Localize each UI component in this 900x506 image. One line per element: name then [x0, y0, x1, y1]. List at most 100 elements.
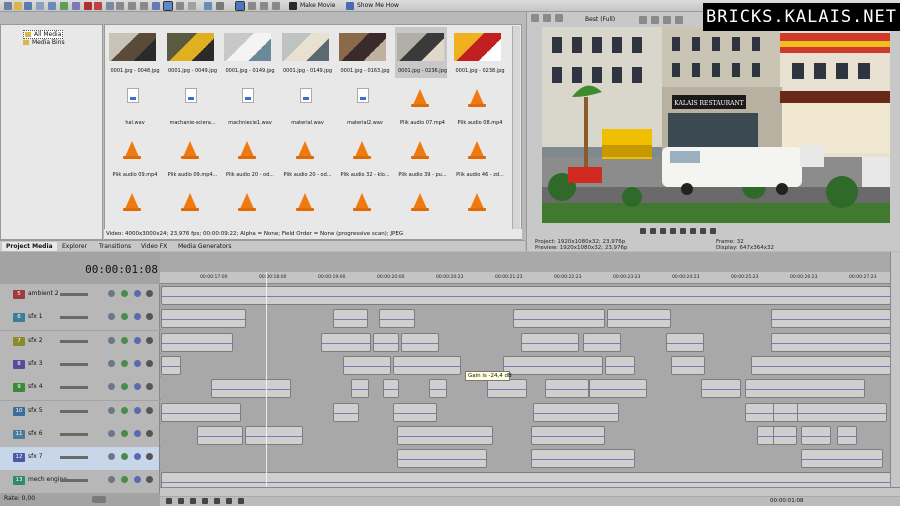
audio-clip[interactable] [607, 309, 671, 329]
track-volume-slider[interactable] [60, 456, 88, 460]
track-fx-icon[interactable] [146, 476, 153, 484]
timeline-vertical-scrollbar[interactable] [890, 252, 900, 496]
track-fx-icon[interactable] [146, 313, 153, 321]
go-to-end-icon[interactable] [710, 228, 716, 234]
media-item[interactable]: Plik audio 39 - pu... [395, 131, 447, 182]
media-item[interactable]: Plik audio 08.mp4 [452, 79, 504, 130]
media-item[interactable] [222, 183, 274, 234]
media-item[interactable]: Plik audio 09.mp4 [107, 131, 159, 182]
track-solo-icon[interactable] [121, 476, 128, 484]
split-screen-icon[interactable] [675, 16, 683, 24]
timeline-start-icon[interactable] [226, 498, 232, 504]
audio-clip[interactable] [397, 425, 493, 445]
audio-clip[interactable] [393, 402, 437, 422]
audio-clip[interactable] [521, 332, 579, 352]
pause-icon[interactable] [670, 228, 676, 234]
track-solo-icon[interactable] [121, 290, 128, 297]
audio-clip[interactable] [801, 425, 831, 445]
track-arm-icon[interactable] [134, 336, 141, 344]
media-item[interactable]: hal.wav [107, 79, 159, 130]
timeline-end-icon[interactable] [238, 498, 244, 504]
track-name[interactable]: sfx 3 [28, 360, 43, 367]
track-fx-icon[interactable] [146, 453, 153, 461]
audio-clip[interactable] [589, 379, 647, 399]
track-lane[interactable] [161, 447, 890, 471]
cut-icon[interactable] [84, 2, 92, 10]
media-item[interactable] [395, 183, 447, 234]
track-header[interactable]: 11 sfx 6 [0, 423, 160, 447]
track-lane[interactable] [161, 377, 890, 401]
audio-clip[interactable] [545, 379, 589, 399]
audio-clip[interactable] [211, 379, 291, 399]
envelope-tool-icon[interactable] [163, 1, 173, 11]
fx-icon[interactable] [555, 14, 563, 22]
new-project-icon[interactable] [4, 2, 12, 10]
track-volume-slider[interactable] [60, 432, 88, 436]
track-arm-icon[interactable] [134, 429, 141, 437]
track-sfx-7[interactable]: 12 sfx 7 [0, 447, 890, 471]
track-volume-slider[interactable] [60, 339, 88, 343]
render-icon[interactable] [140, 2, 148, 10]
track-fx-icon[interactable] [146, 359, 153, 367]
media-item[interactable]: machanie-sciera... [165, 79, 217, 130]
audio-clip[interactable] [161, 332, 233, 352]
track-sfx-6[interactable]: 11 sfx 6 [0, 423, 890, 447]
make-movie-button[interactable]: Make Movie [300, 2, 335, 9]
media-item[interactable]: 0001.jpg - 0149.jpg [222, 27, 275, 78]
timeline-horizontal-scrollbar[interactable] [160, 487, 900, 496]
track-solo-icon[interactable] [121, 359, 128, 367]
audio-clip[interactable] [393, 355, 461, 375]
track-fx-icon[interactable] [146, 383, 153, 391]
track-header[interactable]: 5 ambient 2 [0, 284, 160, 307]
audio-clip[interactable] [797, 402, 887, 422]
audio-clip[interactable] [333, 402, 359, 422]
track-mute-icon[interactable] [108, 383, 115, 391]
track-lane[interactable] [161, 423, 890, 447]
media-item[interactable] [107, 183, 159, 234]
track-header[interactable]: 13 mech engine [0, 470, 160, 494]
track-volume-slider[interactable] [60, 362, 88, 366]
delete-icon[interactable] [94, 2, 102, 10]
tree-item-media-bins[interactable]: Media Bins [23, 39, 65, 46]
media-item[interactable]: Plik audio 46 - zd... [452, 131, 504, 182]
zoom-tool-icon[interactable] [188, 2, 196, 10]
track-arm-icon[interactable] [134, 476, 141, 484]
copy-icon[interactable] [106, 2, 114, 10]
audio-clip[interactable] [771, 309, 891, 329]
media-item[interactable] [165, 183, 217, 234]
track-sfx-3[interactable]: 8 sfx 3 [0, 353, 891, 377]
track-mute-icon[interactable] [108, 476, 115, 484]
track-arm-icon[interactable] [134, 290, 141, 297]
stop-icon[interactable] [680, 228, 686, 234]
audio-clip[interactable] [773, 425, 797, 445]
capture-icon[interactable] [60, 2, 68, 10]
tab-explorer[interactable]: Explorer [58, 242, 91, 251]
external-monitor-icon[interactable] [543, 14, 551, 22]
audio-clip[interactable] [197, 425, 243, 445]
track-lane[interactable] [161, 307, 891, 331]
timeline-play-icon[interactable] [190, 498, 196, 504]
audio-clip[interactable] [401, 332, 439, 352]
track-arm-icon[interactable] [134, 383, 141, 391]
tab-media-generators[interactable]: Media Generators [174, 242, 236, 251]
audio-clip[interactable] [383, 379, 399, 399]
open-icon[interactable] [14, 2, 22, 10]
track-lane[interactable] [161, 353, 891, 377]
track-volume-slider[interactable] [60, 479, 88, 483]
media-item[interactable]: Plik audio 09.mp4... [165, 131, 217, 182]
help-icon[interactable] [346, 2, 354, 10]
normal-edit-tool-icon[interactable] [152, 2, 160, 10]
track-sfx-5[interactable]: 10 sfx 5 [0, 400, 890, 424]
play-icon[interactable] [660, 228, 666, 234]
markers-icon[interactable] [272, 2, 280, 10]
media-item[interactable]: 0001.jpg - 0048.jpg [107, 27, 160, 78]
lock-envelopes-icon[interactable] [216, 2, 224, 10]
audio-clip[interactable] [429, 379, 447, 399]
track-lane[interactable] [161, 284, 891, 307]
audio-clip[interactable] [801, 449, 883, 469]
audio-clip[interactable] [531, 425, 605, 445]
media-item[interactable]: Plik audio 20 - od... [222, 131, 274, 182]
audio-clip[interactable] [837, 425, 857, 445]
audio-clip[interactable] [701, 379, 741, 399]
media-item[interactable]: 0001.jpg - 0238.jpg [452, 27, 505, 78]
